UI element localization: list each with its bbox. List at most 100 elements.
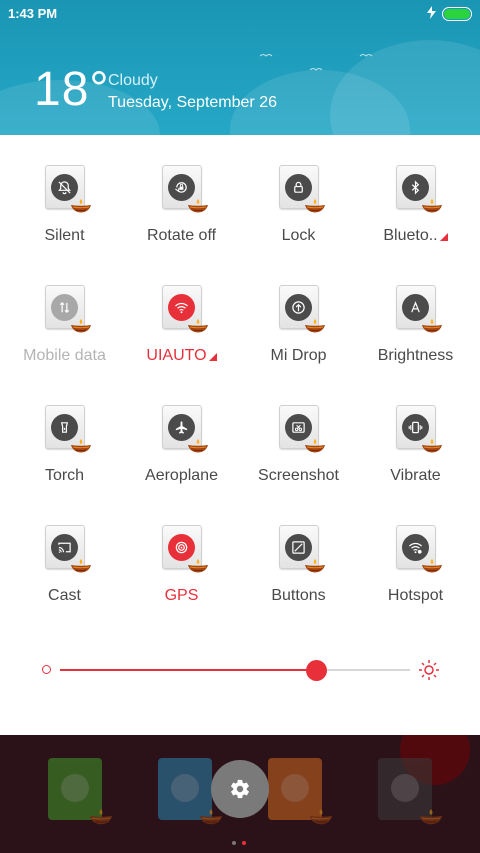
toggle-label: Mobile data bbox=[23, 347, 106, 365]
expand-corner-icon[interactable] bbox=[208, 353, 217, 361]
page-dot bbox=[242, 841, 246, 845]
phone-icon bbox=[61, 774, 89, 802]
diya-lamp-icon bbox=[187, 439, 208, 453]
toggle-hotspot[interactable]: Hotspot bbox=[357, 525, 474, 645]
brightness-track[interactable] bbox=[60, 660, 410, 681]
messages-app[interactable] bbox=[158, 758, 223, 825]
status-icons bbox=[427, 6, 472, 22]
toggle-tile[interactable] bbox=[395, 165, 442, 213]
diya-lamp-icon bbox=[70, 199, 91, 213]
toggle-rotate-off[interactable]: Rotate off bbox=[123, 165, 240, 285]
toggle-silent[interactable]: Silent bbox=[6, 165, 123, 285]
page-indicator bbox=[232, 841, 246, 845]
diya-lamp-icon bbox=[304, 559, 325, 573]
toggle-brightness[interactable]: Brightness bbox=[357, 285, 474, 405]
toggle-label: UIAUTO bbox=[146, 347, 217, 365]
bluetooth-icon bbox=[402, 173, 429, 201]
toggle-label-text: Mobile data bbox=[23, 347, 106, 364]
toggle-tile[interactable] bbox=[395, 405, 442, 453]
toggle-label: Cast bbox=[48, 587, 81, 605]
toggle-screenshot[interactable]: Screenshot bbox=[240, 405, 357, 525]
bell-off-icon bbox=[51, 173, 78, 201]
toggle-grid: Silent Rotate off Lock Blueto.. Mobile data U… bbox=[0, 165, 480, 645]
toggle-tile[interactable] bbox=[161, 405, 208, 453]
diya-lamp-icon bbox=[421, 559, 442, 573]
toggle-mobile-data[interactable]: Mobile data bbox=[6, 285, 123, 405]
toggle-label: Mi Drop bbox=[270, 347, 326, 365]
diya-lamp-icon bbox=[309, 809, 333, 825]
toggle-tile[interactable] bbox=[395, 525, 442, 573]
brightness-thumb[interactable] bbox=[305, 660, 327, 681]
brightness-fill bbox=[60, 669, 316, 671]
toggle-label-text: Cast bbox=[48, 587, 81, 604]
toggle-label-text: UIAUTO bbox=[146, 347, 207, 364]
toggle-tile[interactable] bbox=[44, 525, 91, 573]
toggle-gps[interactable]: GPS bbox=[123, 525, 240, 645]
mi-drop-icon bbox=[285, 293, 312, 321]
auto-brightness-icon bbox=[402, 293, 429, 321]
toggle-label: Blueto.. bbox=[383, 227, 448, 245]
brightness-low-icon bbox=[42, 665, 51, 674]
toggle-tile[interactable] bbox=[278, 285, 325, 333]
toggle-vibrate[interactable]: Vibrate bbox=[357, 405, 474, 525]
toggle-label-text: GPS bbox=[164, 587, 199, 604]
toggle-label: Rotate off bbox=[147, 227, 216, 245]
bolt-icon bbox=[427, 6, 436, 22]
toggle-lock[interactable]: Lock bbox=[240, 165, 357, 285]
battery-icon bbox=[442, 7, 472, 21]
toggle-label: Hotspot bbox=[388, 587, 443, 605]
lock-icon bbox=[285, 173, 312, 201]
toggle-label: Brightness bbox=[378, 347, 454, 365]
toggle-label-text: Brightness bbox=[377, 347, 454, 364]
brightness-slider[interactable] bbox=[42, 655, 442, 685]
toggle-tile[interactable] bbox=[161, 285, 208, 333]
chat-app[interactable] bbox=[268, 758, 333, 825]
toggle-torch[interactable]: Torch bbox=[6, 405, 123, 525]
gps-icon bbox=[168, 533, 195, 561]
diya-lamp-icon bbox=[421, 319, 442, 333]
toggle-tile[interactable] bbox=[278, 525, 325, 573]
toggle-cast[interactable]: Cast bbox=[6, 525, 123, 645]
toggle-label: Buttons bbox=[271, 587, 325, 605]
sun-icon bbox=[419, 660, 439, 680]
toggle-label-text: Mi Drop bbox=[270, 347, 327, 364]
toggle-label: Aeroplane bbox=[145, 467, 218, 485]
phone-app[interactable] bbox=[48, 758, 113, 825]
toggle-uiauto[interactable]: UIAUTO bbox=[123, 285, 240, 405]
diya-lamp-icon bbox=[304, 439, 325, 453]
diya-lamp-icon bbox=[421, 439, 442, 453]
toggle-tile[interactable] bbox=[44, 405, 91, 453]
chat-icon bbox=[281, 774, 309, 802]
toggle-aeroplane[interactable]: Aeroplane bbox=[123, 405, 240, 525]
cast-icon bbox=[51, 533, 78, 561]
page-dot bbox=[232, 841, 236, 845]
camera-app[interactable] bbox=[378, 758, 443, 825]
toggle-tile[interactable] bbox=[44, 285, 91, 333]
mobile-data-icon bbox=[51, 293, 78, 321]
toggle-label-text: Rotate off bbox=[146, 227, 217, 244]
toggle-tile[interactable] bbox=[161, 165, 208, 213]
toggle-tile[interactable] bbox=[161, 525, 208, 573]
toggle-label-text: Aeroplane bbox=[145, 467, 218, 484]
diya-lamp-icon bbox=[89, 809, 113, 825]
toggle-label: GPS bbox=[165, 587, 199, 605]
toggle-label-text: Torch bbox=[44, 467, 85, 484]
toggle-tile[interactable] bbox=[395, 285, 442, 333]
notification-header: 1:43 PM 18° Cloudy Tuesday, September 26 bbox=[0, 0, 480, 135]
toggle-buttons[interactable]: Buttons bbox=[240, 525, 357, 645]
toggle-tile[interactable] bbox=[44, 165, 91, 213]
torch-icon bbox=[51, 413, 78, 441]
status-time: 1:43 PM bbox=[8, 6, 58, 21]
expand-corner-icon[interactable] bbox=[439, 233, 448, 241]
diya-lamp-icon bbox=[304, 199, 325, 213]
diya-lamp-icon bbox=[187, 319, 208, 333]
toggle-label-text: Hotspot bbox=[387, 587, 444, 604]
toggle-blueto[interactable]: Blueto.. bbox=[357, 165, 474, 285]
home-dock bbox=[0, 735, 480, 853]
toggle-label: Lock bbox=[282, 227, 316, 245]
toggle-tile[interactable] bbox=[278, 165, 325, 213]
settings-button[interactable] bbox=[211, 760, 269, 818]
toggle-tile[interactable] bbox=[278, 405, 325, 453]
toggle-mi-drop[interactable]: Mi Drop bbox=[240, 285, 357, 405]
toggle-label-text: Silent bbox=[44, 227, 85, 244]
